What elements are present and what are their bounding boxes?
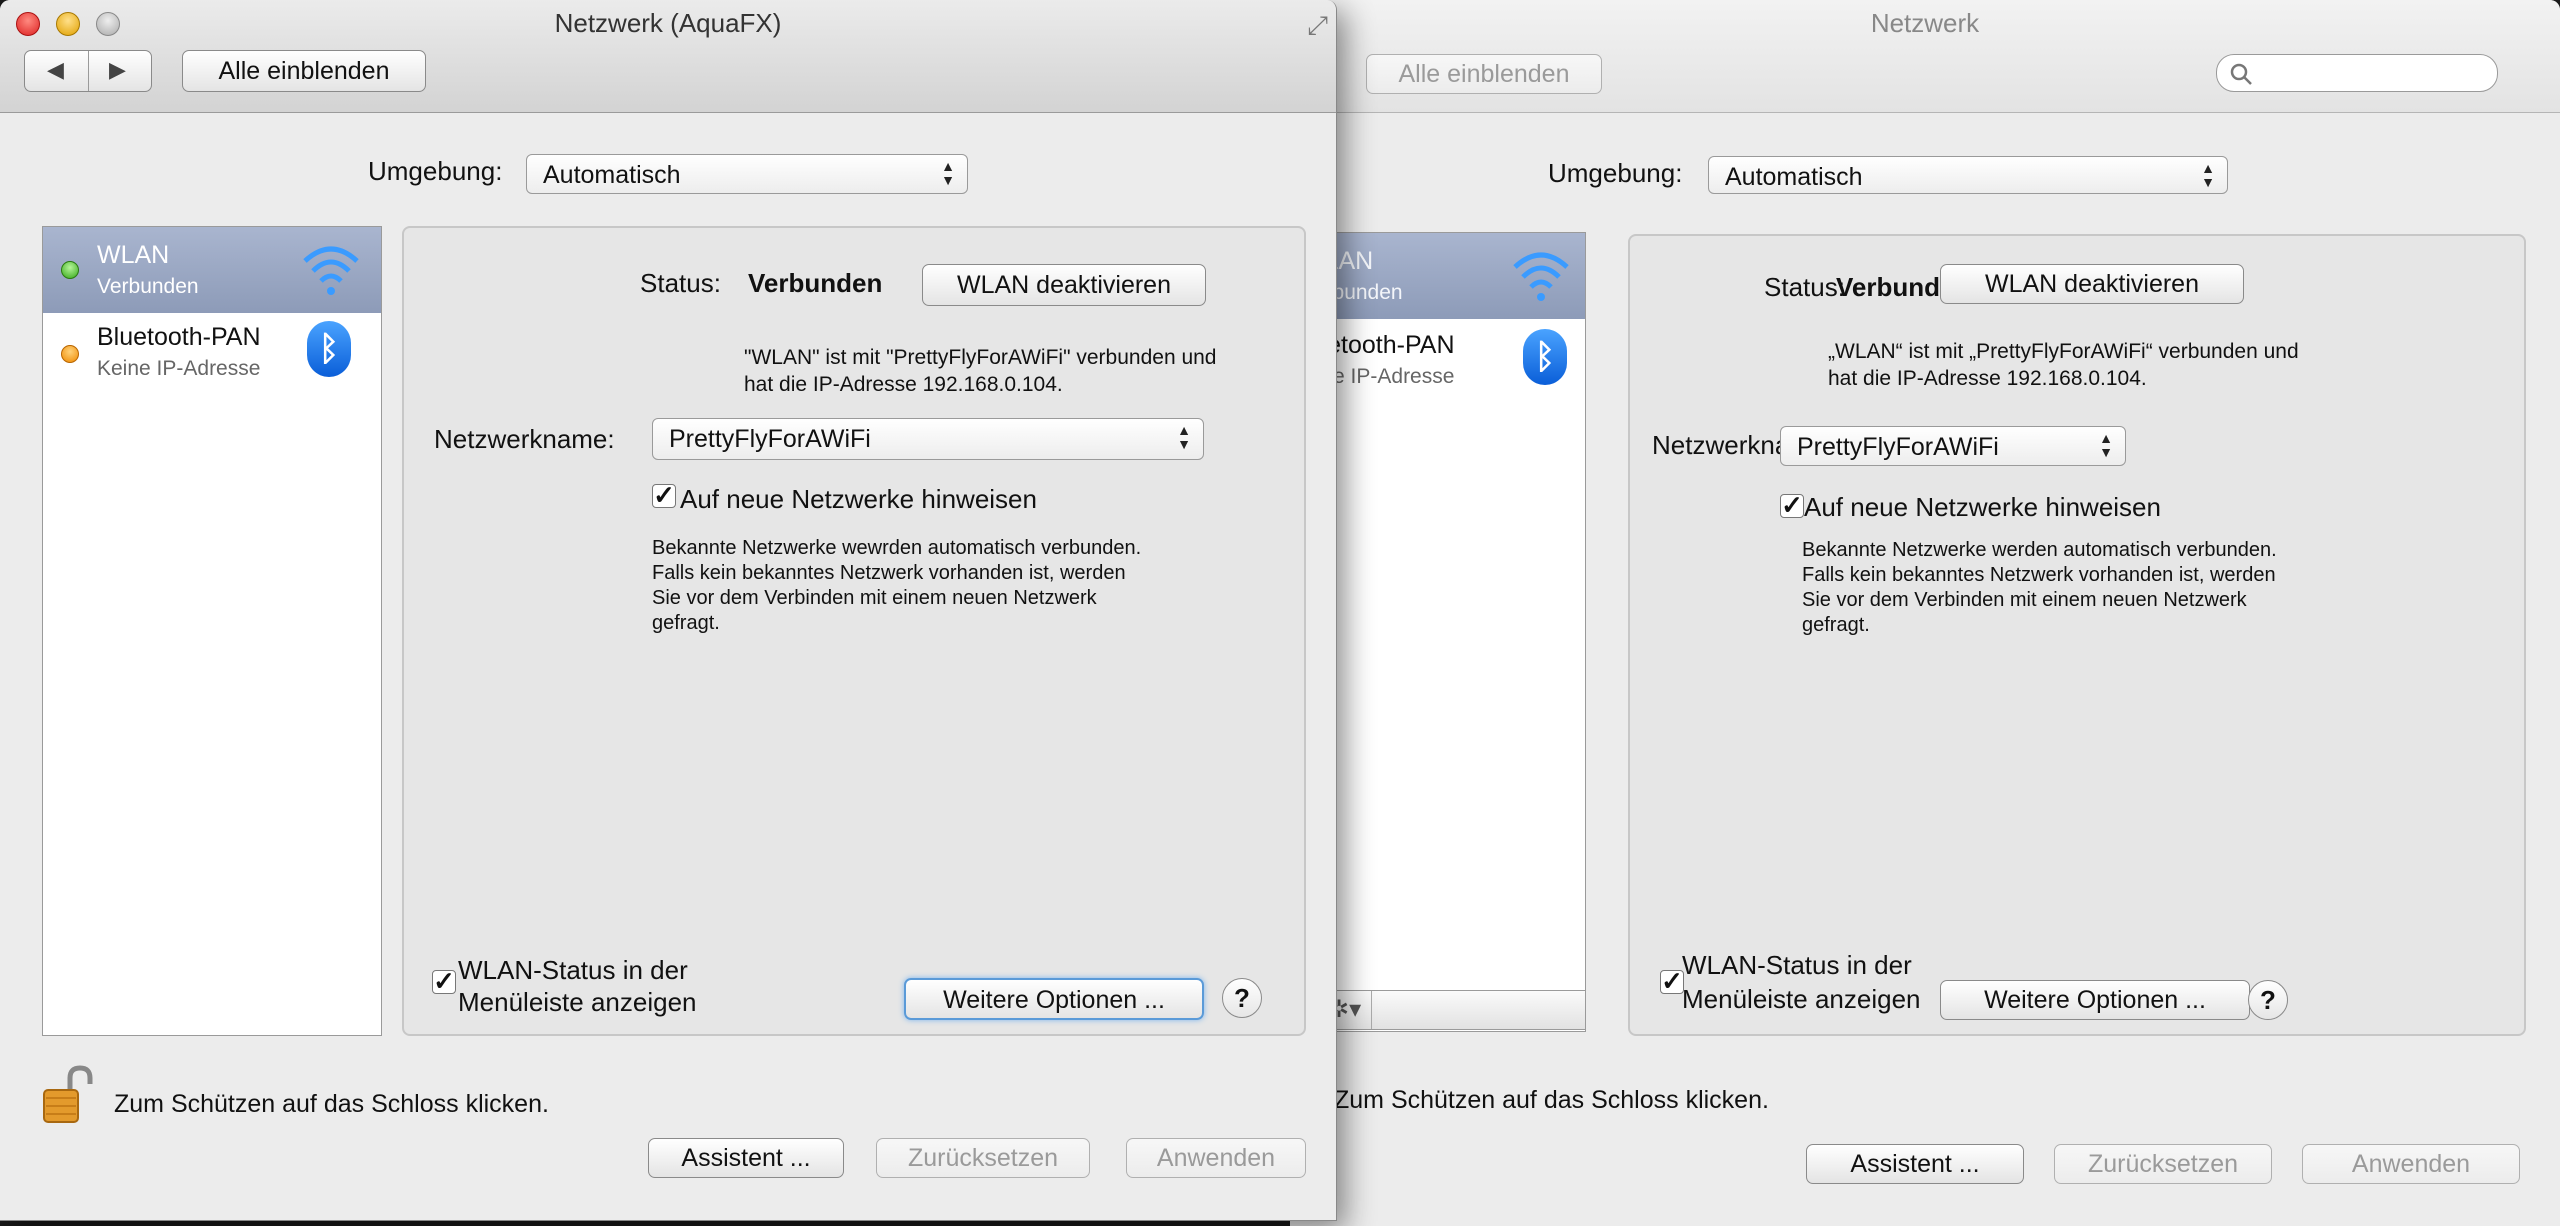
apply-button[interactable]: Anwenden	[1126, 1138, 1306, 1178]
status-info: "WLAN" ist mit "PrettyFlyForAWiFi" verbu…	[744, 344, 1217, 398]
status-dot-orange	[61, 345, 79, 363]
fullscreen-icon[interactable]: ⤢	[1307, 10, 1328, 42]
assistant-button[interactable]: Assistent ...	[1806, 1144, 2024, 1184]
titlebar: Netzwerk (AquaFX) ⤢ ◀ ▶ Alle einblenden	[0, 0, 1336, 113]
menubar-status-label: WLAN-Status in der Menüleiste anzeigen	[1682, 948, 1921, 1016]
back-arrow-icon[interactable]: ◀	[47, 57, 64, 83]
titlebar: Netzwerk Alle einblenden	[1290, 0, 2560, 113]
aquafx-network-window: Netzwerk (AquaFX) ⤢ ◀ ▶ Alle einblenden …	[0, 0, 1337, 1221]
ask-join-info-line: Falls kein bekanntes Netzwerk vorhanden …	[1802, 564, 2276, 586]
wifi-icon	[303, 246, 359, 295]
menubar-status-line: Menüleiste anzeigen	[458, 987, 697, 1017]
status-dot-green	[61, 261, 79, 279]
menubar-status-line: WLAN-Status in der	[458, 955, 688, 985]
ask-join-info-line: Bekannte Netzwerke werden automatisch ve…	[1802, 539, 2277, 561]
network-name-popup[interactable]: PrettyFlyForAWiFi ▲ ▼	[1780, 426, 2126, 466]
ask-join-checkbox[interactable]: ✓	[652, 482, 676, 508]
search-icon	[2230, 63, 2252, 85]
network-name-value: PrettyFlyForAWiFi	[669, 425, 871, 453]
popup-arrows-icon: ▲ ▼	[2099, 430, 2113, 460]
advanced-button[interactable]: Weitere Optionen ...	[1940, 980, 2250, 1020]
assistant-button[interactable]: Assistent ...	[648, 1138, 844, 1178]
popup-arrows-icon: ▲ ▼	[941, 158, 955, 188]
status-info-line: „WLAN“ ist mit „PrettyFlyForAWiFi“ verbu…	[1828, 340, 2299, 363]
status-info: „WLAN“ ist mit „PrettyFlyForAWiFi“ verbu…	[1828, 338, 2299, 392]
status-info-line: "WLAN" ist mit "PrettyFlyForAWiFi" verbu…	[744, 346, 1217, 369]
revert-button[interactable]: Zurücksetzen	[2054, 1144, 2272, 1184]
status-label: Status:	[1764, 272, 1845, 302]
divider	[88, 51, 89, 91]
window-title: Netzwerk (AquaFX)	[554, 8, 782, 38]
ask-join-checkbox[interactable]: ✓	[1780, 492, 1804, 518]
lock-icon[interactable]	[40, 1064, 96, 1126]
ask-join-info: Bekannte Netzwerke werden automatisch ve…	[1802, 538, 2277, 638]
service-list: WLAN Verbunden Bluetooth-PAN Keine IP-Ad…	[42, 226, 382, 1036]
ask-join-info: Bekannte Netzwerke wewrden automatisch v…	[652, 536, 1141, 636]
service-item-bluetooth[interactable]: Bluetooth-PAN Keine IP-Adresse ᛒ	[43, 313, 381, 399]
divider	[1371, 991, 1372, 1029]
service-status: Verbunden	[97, 275, 199, 298]
ask-join-info-line: Bekannte Netzwerke wewrden automatisch v…	[652, 537, 1142, 559]
detail-panel: Status: Verbunden WLAN deaktivieren „WLA…	[1628, 234, 2526, 1036]
forward-arrow-icon[interactable]: ▶	[109, 57, 126, 83]
location-label: Umgebung:	[1548, 158, 1683, 188]
location-popup[interactable]: Automatisch ▲ ▼	[1708, 156, 2228, 194]
status-info-line: hat die IP-Adresse 192.168.0.104.	[744, 373, 1063, 396]
ask-join-info-line: Sie vor dem Verbinden mit einem neuen Ne…	[652, 587, 1097, 609]
location-value: Automatisch	[543, 161, 681, 189]
toggle-wifi-button[interactable]: WLAN deaktivieren	[1940, 264, 2244, 304]
ask-join-label: Auf neue Netzwerke hinweisen	[680, 484, 1037, 514]
location-label: Umgebung:	[368, 156, 503, 186]
service-status: Keine IP-Adresse	[97, 357, 261, 380]
help-button[interactable]: ?	[2248, 980, 2288, 1020]
popup-arrows-icon: ▲ ▼	[2201, 160, 2215, 190]
show-all-button[interactable]: Alle einblenden	[1366, 54, 1602, 94]
network-name-label: Netzwerkname:	[434, 424, 615, 454]
service-name: Bluetooth-PAN	[97, 323, 261, 351]
apply-button[interactable]: Anwenden	[2302, 1144, 2520, 1184]
bluetooth-icon: ᛒ	[307, 321, 351, 377]
advanced-button[interactable]: Weitere Optionen ...	[904, 978, 1204, 1020]
menubar-status-label: WLAN-Status in der Menüleiste anzeigen	[458, 954, 697, 1018]
status-label: Status:	[640, 268, 721, 298]
back-forward-segment: ◀ ▶	[24, 50, 152, 92]
network-name-value: PrettyFlyForAWiFi	[1797, 433, 1999, 461]
service-name: WLAN	[97, 241, 170, 269]
revert-button[interactable]: Zurücksetzen	[876, 1138, 1090, 1178]
ask-join-info-line: gefragt.	[1802, 614, 1870, 636]
menubar-status-checkbox[interactable]: ✓	[1660, 968, 1684, 994]
search-field[interactable]	[2216, 54, 2498, 92]
lock-hint: Zum Schützen auf das Schloss klicken.	[114, 1090, 549, 1118]
show-all-button[interactable]: Alle einblenden	[182, 50, 426, 92]
popup-arrows-icon: ▲ ▼	[1177, 422, 1191, 452]
status-value: Verbunden	[748, 268, 883, 298]
status-info-line: hat die IP-Adresse 192.168.0.104.	[1828, 367, 2147, 390]
bluetooth-icon: ᛒ	[1523, 329, 1567, 385]
ask-join-info-line: gefragt.	[652, 612, 720, 634]
ask-join-info-line: Falls kein bekanntes Netzwerk vorhanden …	[652, 562, 1126, 584]
wifi-icon	[1513, 252, 1569, 301]
detail-panel: Status: Verbunden WLAN deaktivieren "WLA…	[402, 226, 1306, 1036]
ask-join-info-line: Sie vor dem Verbinden mit einem neuen Ne…	[1802, 589, 2247, 611]
network-name-popup[interactable]: PrettyFlyForAWiFi ▲ ▼	[652, 418, 1204, 460]
window-title: Netzwerk	[1870, 8, 1980, 38]
location-popup[interactable]: Automatisch ▲ ▼	[526, 154, 968, 194]
toggle-wifi-button[interactable]: WLAN deaktivieren	[922, 264, 1206, 306]
service-item-wlan[interactable]: WLAN Verbunden	[43, 227, 381, 313]
help-button[interactable]: ?	[1222, 978, 1262, 1018]
lock-hint: Zum Schützen auf das Schloss klicken.	[1334, 1086, 1769, 1114]
native-network-window: Netzwerk Alle einblenden Umgebung: Autom…	[1290, 0, 2560, 1226]
menubar-status-checkbox[interactable]: ✓	[432, 968, 456, 994]
menubar-status-line: WLAN-Status in der	[1682, 950, 1912, 980]
menubar-status-line: Menüleiste anzeigen	[1682, 984, 1921, 1014]
ask-join-label: Auf neue Netzwerke hinweisen	[1804, 492, 2161, 522]
location-value: Automatisch	[1725, 163, 1863, 191]
